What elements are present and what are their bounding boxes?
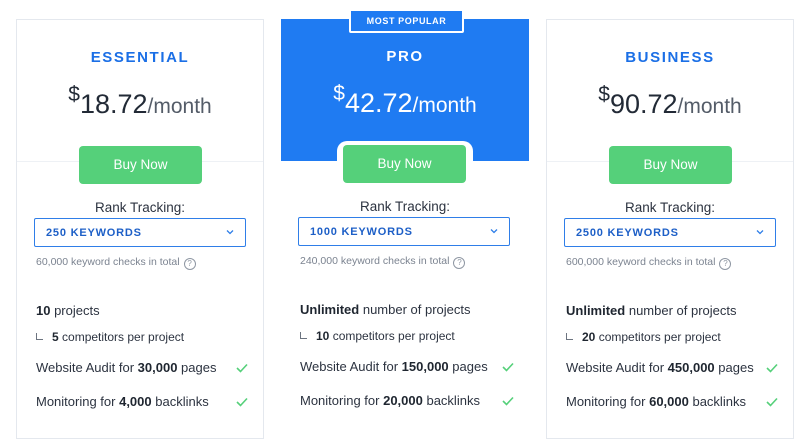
plan-price: $42.72/month [281,82,529,119]
monitor-unit: backlinks [688,394,746,409]
competitors-count: 20 [582,330,596,344]
check-icon [766,397,778,407]
audit-pages: 450,000 [667,360,715,375]
buy-now-button[interactable]: Buy Now [79,146,202,184]
keywords-select[interactable]: 1000 KEYWORDS [298,217,510,246]
price-period: /month [147,95,212,118]
competitors-text: competitors per project [58,330,185,344]
feature-competitors: 10 competitors per project [300,329,455,343]
feature-backlink-monitoring: Monitoring for 20,000 backlinks [300,393,480,408]
competitors-text: competitors per project [329,329,455,343]
feature-competitors: 5 competitors per project [36,330,184,344]
price-currency: $ [333,82,345,105]
sub-item-arrow-icon [566,333,573,340]
projects-count: Unlimited [300,302,360,317]
plan-name: BUSINESS [625,49,715,66]
monitor-backlinks: 4,000 [119,394,152,409]
projects-text: number of projects [359,302,471,317]
chevron-down-icon [226,230,234,235]
plan-name: ESSENTIAL [90,49,190,66]
feature-projects: 10 projects [36,303,100,318]
audit-pages: 30,000 [137,360,178,375]
feature-projects: Unlimited number of projects [300,302,471,317]
check-icon [236,397,248,407]
plan-price: $90.72/month [547,83,793,120]
rank-tracking-label: Rank Tracking: [94,200,186,215]
monitor-unit: backlinks [422,393,480,408]
buy-now-button[interactable]: Buy Now [343,145,466,183]
chevron-down-icon [490,229,498,234]
keyword-checks-text: 600,000 keyword checks in total [566,256,716,268]
price-amount: 18.72 [79,89,148,119]
monitor-backlinks: 60,000 [649,394,689,409]
keyword-checks-note: 600,000 keyword checks in total? [566,256,732,270]
buy-now-button[interactable]: Buy Now [609,146,732,184]
keyword-checks-text: 60,000 keyword checks in total [36,256,180,268]
rank-tracking-label: Rank Tracking: [359,199,451,214]
keywords-select[interactable]: 2500 KEYWORDS [564,218,776,247]
feature-projects: Unlimited number of projects [566,303,737,318]
audit-text: Website Audit for [300,359,402,374]
chevron-down-icon [756,230,764,235]
keyword-checks-note: 60,000 keyword checks in total? [36,256,196,270]
plan-name: PRO [386,48,424,65]
audit-unit: pages [448,359,488,374]
feature-website-audit: Website Audit for 150,000 pages [300,359,488,374]
price-period: /month [677,95,742,118]
check-icon [502,362,514,372]
projects-text: number of projects [625,303,737,318]
plan-header: BUSINESS $90.72/month [547,20,793,162]
question-circle-icon[interactable]: ? [719,258,732,270]
price-period: /month [412,94,477,117]
keywords-select[interactable]: 250 KEYWORDS [34,218,246,247]
keywords-select-value: 250 KEYWORDS [46,227,142,239]
keywords-select-value: 2500 KEYWORDS [576,227,679,239]
competitors-count: 5 [52,330,59,344]
competitors-count: 10 [316,329,330,343]
plan-card-essential: ESSENTIAL $18.72/month Buy Now Rank Trac… [16,19,264,439]
price-currency: $ [68,83,80,106]
keywords-select-value: 1000 KEYWORDS [310,226,413,238]
audit-pages: 150,000 [401,359,449,374]
price-amount: 90.72 [609,89,678,119]
competitors-text: competitors per project [595,330,721,344]
keyword-checks-note: 240,000 keyword checks in total? [300,255,466,269]
plan-price: $18.72/month [17,83,263,120]
feature-website-audit: Website Audit for 450,000 pages [566,360,754,375]
question-circle-icon[interactable]: ? [453,257,466,269]
feature-website-audit: Website Audit for 30,000 pages [36,360,216,375]
check-icon [766,363,778,373]
most-popular-badge: MOST POPULAR [349,9,464,33]
price-currency: $ [598,83,610,106]
monitor-text: Monitoring for [300,393,384,408]
feature-backlink-monitoring: Monitoring for 60,000 backlinks [566,394,746,409]
plan-header: PRO $42.72/month [281,19,529,161]
check-icon [502,396,514,406]
audit-unit: pages [177,360,217,375]
plan-header: ESSENTIAL $18.72/month [17,20,263,162]
projects-count: Unlimited [566,303,626,318]
plan-card-business: BUSINESS $90.72/month Buy Now Rank Track… [546,19,794,439]
projects-text: projects [50,303,100,318]
check-icon [236,363,248,373]
sub-item-arrow-icon [36,333,43,340]
monitor-backlinks: 20,000 [383,393,423,408]
audit-text: Website Audit for [566,360,668,375]
price-amount: 42.72 [344,88,413,118]
question-circle-icon[interactable]: ? [183,258,196,270]
feature-backlink-monitoring: Monitoring for 4,000 backlinks [36,394,209,409]
sub-item-arrow-icon [300,332,307,339]
rank-tracking-label: Rank Tracking: [624,200,716,215]
projects-count: 10 [36,303,51,318]
keyword-checks-text: 240,000 keyword checks in total [300,255,450,267]
monitor-text: Monitoring for [566,394,650,409]
audit-text: Website Audit for [36,360,138,375]
feature-competitors: 20 competitors per project [566,330,721,344]
plan-card-pro: PRO $42.72/month Buy Now Rank Tracking: … [281,19,529,439]
monitor-unit: backlinks [151,394,209,409]
audit-unit: pages [714,360,754,375]
monitor-text: Monitoring for [36,394,120,409]
